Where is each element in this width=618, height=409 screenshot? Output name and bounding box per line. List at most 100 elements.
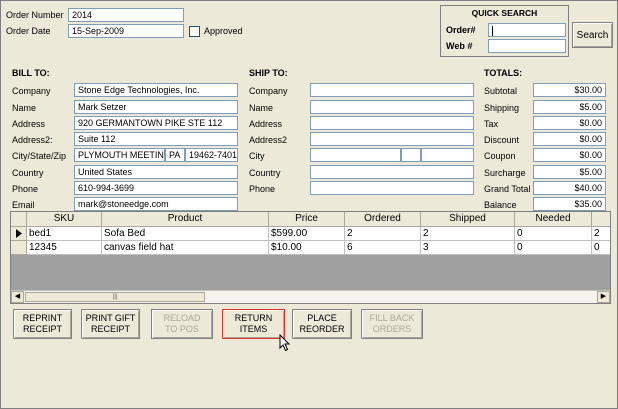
reprint-receipt-button[interactable]: REPRINT RECEIPT (13, 309, 72, 339)
cell-shipped[interactable]: 2 (421, 227, 515, 241)
grand-total-value: $40.00 (533, 181, 606, 195)
quick-search-box: QUICK SEARCH Order# Web # (440, 5, 569, 57)
return-items-button[interactable]: RETURN ITEMS (222, 309, 285, 339)
fill-back-orders-line1: FILL BACK (369, 313, 415, 323)
bill-to-title: BILL TO: (12, 68, 50, 78)
shipping-label: Shipping (484, 103, 520, 113)
cell-product[interactable]: Sofa Bed (102, 227, 269, 241)
print-gift-receipt-line1: PRINT GIFT (85, 313, 136, 323)
cell-extra[interactable]: 2 (592, 227, 610, 241)
ship-company-label: Company (249, 86, 288, 96)
ship-country-label: Country (249, 168, 281, 178)
scroll-left-icon[interactable]: ◀ (11, 291, 24, 303)
fill-back-orders-line2: ORDERS (372, 324, 412, 334)
tax-label: Tax (484, 119, 499, 129)
cell-needed[interactable]: 0 (515, 241, 592, 255)
row-selector[interactable] (11, 227, 27, 241)
current-row-arrow-icon (16, 229, 22, 238)
column-header-needed[interactable]: Needed (515, 212, 592, 227)
bill-zip-field[interactable]: 19462-7401 (185, 148, 238, 162)
quick-search-web-label: Web # (446, 41, 473, 51)
quick-search-web-input[interactable] (488, 39, 566, 53)
bill-company-label: Company (12, 86, 51, 96)
place-reorder-button[interactable]: PLACE REORDER (292, 309, 352, 339)
ship-address-field[interactable] (310, 116, 474, 130)
cell-ordered[interactable]: 6 (345, 241, 421, 255)
ship-company-field[interactable] (310, 83, 474, 97)
table-row[interactable]: bed1 Sofa Bed $599.00 2 2 0 2 (11, 227, 610, 241)
balance-label: Balance (484, 200, 517, 210)
bill-address-label: Address (12, 119, 46, 129)
bill-city-field[interactable]: PLYMOUTH MEETING (74, 148, 165, 162)
fill-back-orders-button[interactable]: FILL BACK ORDERS (361, 309, 423, 339)
bill-company-field[interactable]: Stone Edge Technologies, Inc. (74, 83, 238, 97)
bill-address2-field[interactable]: Suite 112 (74, 132, 238, 146)
scroll-right-icon[interactable]: ▶ (597, 291, 610, 303)
quick-search-title: QUICK SEARCH (471, 8, 538, 18)
cell-needed[interactable]: 0 (515, 227, 592, 241)
cell-price[interactable]: $10.00 (269, 241, 345, 255)
ship-zip-field[interactable] (421, 148, 474, 162)
bill-phone-field[interactable]: 610-994-3699 (74, 181, 238, 195)
grand-total-label: Grand Total (484, 184, 531, 194)
column-header-price[interactable]: Price (269, 212, 345, 227)
ship-phone-field[interactable] (310, 181, 474, 195)
bill-phone-label: Phone (12, 184, 39, 194)
print-gift-receipt-button[interactable]: PRINT GIFT RECEIPT (81, 309, 140, 339)
search-button[interactable]: Search (572, 22, 613, 48)
place-reorder-line2: REORDER (299, 324, 345, 334)
bill-name-field[interactable]: Mark Setzer (74, 100, 238, 114)
ship-to-title: SHIP TO: (249, 68, 288, 78)
ship-name-label: Name (249, 103, 274, 113)
reprint-receipt-line1: REPRINT (22, 313, 63, 323)
cell-extra[interactable]: 0 (592, 241, 610, 255)
cell-shipped[interactable]: 3 (421, 241, 515, 255)
return-items-line2: ITEMS (239, 324, 268, 334)
column-header-shipped[interactable]: Shipped (421, 212, 515, 227)
bill-email-label: Email (12, 200, 35, 210)
surcharge-label: Surcharge (484, 168, 526, 178)
cell-sku[interactable]: 12345 (27, 241, 102, 255)
column-header-extra[interactable] (592, 212, 610, 227)
ship-city-field[interactable] (310, 148, 401, 162)
approved-checkbox[interactable] (189, 26, 200, 37)
bill-name-label: Name (12, 103, 37, 113)
cell-sku[interactable]: bed1 (27, 227, 102, 241)
order-date-field[interactable]: 15-Sep-2009 (68, 24, 184, 38)
order-items-grid[interactable]: SKU Product Price Ordered Shipped Needed… (10, 211, 611, 304)
column-header-sku[interactable]: SKU (27, 212, 102, 227)
horizontal-scrollbar[interactable]: ◀ ||| ▶ (11, 290, 610, 303)
ship-state-field[interactable] (401, 148, 421, 162)
reprint-receipt-line2: RECEIPT (22, 324, 62, 334)
approved-label: Approved (204, 26, 243, 36)
place-reorder-line1: PLACE (307, 313, 337, 323)
ship-address2-field[interactable] (310, 132, 474, 146)
bill-email-field[interactable]: mark@stoneedge.com (74, 197, 238, 211)
bill-country-label: Country (12, 168, 44, 178)
ship-country-field[interactable] (310, 165, 474, 179)
grid-corner (11, 212, 27, 227)
bill-address2-label: Address2: (12, 135, 53, 145)
cell-product[interactable]: canvas field hat (102, 241, 269, 255)
coupon-value: $0.00 (533, 148, 606, 162)
bill-country-field[interactable]: United States (74, 165, 238, 179)
order-number-label: Order Number (6, 10, 64, 20)
table-row[interactable]: 12345 canvas field hat $10.00 6 3 0 0 (11, 241, 610, 255)
bill-address-field[interactable]: 920 GERMANTOWN PIKE STE 112 (74, 116, 238, 130)
column-header-product[interactable]: Product (102, 212, 269, 227)
cell-ordered[interactable]: 2 (345, 227, 421, 241)
scrollbar-thumb[interactable]: ||| (25, 292, 205, 302)
reload-to-pos-line1: RELOAD (163, 313, 201, 323)
reload-to-pos-button[interactable]: RELOAD TO POS (151, 309, 213, 339)
subtotal-label: Subtotal (484, 86, 518, 96)
balance-value: $35.00 (533, 197, 606, 211)
bill-state-field[interactable]: PA (165, 148, 185, 162)
subtotal-value: $30.00 (533, 83, 606, 97)
ship-name-field[interactable] (310, 100, 474, 114)
quick-search-order-label: Order# (446, 25, 476, 35)
quick-search-order-input[interactable] (488, 23, 566, 37)
column-header-ordered[interactable]: Ordered (345, 212, 421, 227)
order-number-field[interactable]: 2014 (68, 8, 184, 22)
row-selector[interactable] (11, 241, 27, 255)
cell-price[interactable]: $599.00 (269, 227, 345, 241)
